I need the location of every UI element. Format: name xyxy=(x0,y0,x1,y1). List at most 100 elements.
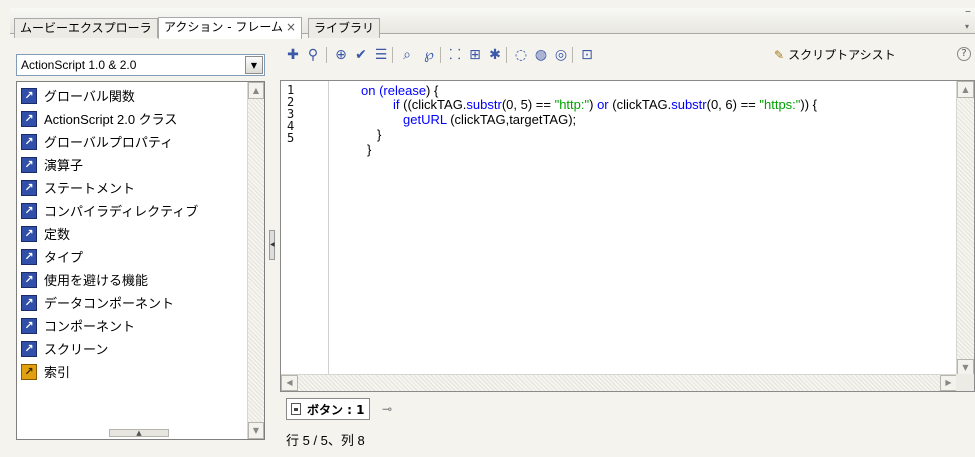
tree-item-label: スクリーン xyxy=(44,342,109,357)
code-area[interactable]: on (release) {if ((clickTAG.substr(0, 5)… xyxy=(331,81,956,376)
tab-movie-explorer[interactable]: ムービーエクスプローラ xyxy=(14,18,158,38)
tree-item[interactable]: ↗ 演算子 xyxy=(21,153,243,176)
find-icon[interactable]: ⚲ xyxy=(304,46,322,64)
script-document-icon xyxy=(291,403,301,415)
tree-item-label: ステートメント xyxy=(44,181,136,196)
target-path-icon[interactable]: ⊕ xyxy=(332,46,350,64)
script-tab[interactable]: ボタン : 1 xyxy=(286,398,370,420)
code-keyword: substr xyxy=(671,97,707,112)
code-string: "http:" xyxy=(554,97,590,112)
tree-item-label: データコンポーネント xyxy=(44,296,175,311)
tree-item[interactable]: ↗ ActionScript 2.0 クラス xyxy=(21,107,243,130)
code-keyword: release xyxy=(383,83,427,98)
scroll-right-icon[interactable]: ▶ xyxy=(940,375,957,391)
script-tab-label: ボタン : 1 xyxy=(307,402,365,417)
tree-item-label: グローバル関数 xyxy=(44,89,135,104)
tree-item[interactable]: ↗ タイプ xyxy=(21,245,243,268)
tree-item[interactable]: ↗ ステートメント xyxy=(21,176,243,199)
toolbar-separator xyxy=(326,47,327,63)
auto-format-icon[interactable]: ☰ xyxy=(372,46,390,64)
resize-grip[interactable]: ▲ xyxy=(109,429,169,437)
show-hide-toolbox-icon[interactable]: ⊡ xyxy=(578,46,596,64)
tree-item[interactable]: ↗ コンパイラディレクティブ xyxy=(21,199,243,222)
book-icon: ↗ xyxy=(21,294,37,311)
collapse-left-icon[interactable]: ◀ xyxy=(269,230,275,260)
cursor-position-status: 行 5 / 5、列 8 xyxy=(286,433,365,448)
collapse-between-braces-icon[interactable]: ⸬ xyxy=(446,46,464,64)
code-text: ((clickTAG. xyxy=(399,97,467,112)
panel-tab-bar: ムービーエクスプローラ アクション - フレーム × ライブラリ xyxy=(10,8,975,39)
code-text: ) xyxy=(589,97,598,112)
toolbar-separator xyxy=(440,47,441,63)
code-keyword: on ( xyxy=(361,83,384,98)
code-text: (0, 6) == xyxy=(706,97,760,112)
line-number: 5 xyxy=(287,131,295,145)
tree-item[interactable]: ↗ 定数 xyxy=(21,222,243,245)
debug-options-icon[interactable]: ℘ xyxy=(420,46,438,64)
apply-block-comment-icon[interactable]: ◌ xyxy=(512,46,530,64)
actions-toolbox: ActionScript 1.0 & 2.0 ▼ ↗ グローバル関数 ↗ Action… xyxy=(16,48,265,440)
book-icon: ↗ xyxy=(21,156,37,173)
tree-item[interactable]: ↗ グローバルプロパティ xyxy=(21,130,243,153)
book-icon: ↗ xyxy=(21,110,37,127)
code-line: on (release) { xyxy=(361,83,438,98)
editor-horizontal-scrollbar[interactable]: ◀ ▶ xyxy=(281,374,957,391)
tree-item[interactable]: ↗ スクリーン xyxy=(21,337,243,360)
script-assist-button[interactable]: ✎ スクリプトアシスト xyxy=(774,46,896,63)
pin-script-icon[interactable]: ⊸ xyxy=(382,402,392,416)
tree-item-label: タイプ xyxy=(44,250,84,265)
book-icon: ↗ xyxy=(21,179,37,196)
editor-vertical-scrollbar[interactable]: ▲ ▼ xyxy=(956,81,974,376)
expand-all-icon[interactable]: ✱ xyxy=(486,46,504,64)
help-icon[interactable]: ? xyxy=(957,47,971,61)
scrollbar-corner xyxy=(956,374,974,391)
code-text: } xyxy=(377,127,382,142)
index-icon: ↗ xyxy=(21,363,37,380)
scroll-up-icon[interactable]: ▲ xyxy=(248,82,264,99)
book-icon: ↗ xyxy=(21,317,37,334)
tree-item[interactable]: ↗ 索引 xyxy=(21,360,243,383)
scroll-track[interactable] xyxy=(248,99,264,422)
code-string: "https:" xyxy=(759,97,801,112)
toolbar-separator xyxy=(572,47,573,63)
tab-library[interactable]: ライブラリ xyxy=(308,18,381,38)
remove-comment-icon[interactable]: ◎ xyxy=(552,46,570,64)
tree-item-label: 索引 xyxy=(44,365,71,380)
code-hint-icon[interactable]: ⌕ xyxy=(398,46,416,64)
scroll-down-icon[interactable]: ▼ xyxy=(248,422,264,439)
book-icon: ↗ xyxy=(21,202,37,219)
tree-item[interactable]: ↗ 使用を避ける機能 xyxy=(21,268,243,291)
apply-line-comment-icon[interactable]: ◍ xyxy=(532,46,550,64)
tree-item-label: 使用を避ける機能 xyxy=(44,273,149,288)
panel-splitter[interactable]: ◀ xyxy=(268,40,276,450)
tree-item[interactable]: ↗ コンポーネント xyxy=(21,314,243,337)
add-statement-icon[interactable]: ✚ xyxy=(284,46,302,64)
tree-item[interactable]: ↗ データコンポーネント xyxy=(21,291,243,314)
code-line: getURL (clickTAG,targetTAG); xyxy=(403,112,576,127)
script-editor[interactable]: 12345 on (release) {if ((clickTAG.substr… xyxy=(280,80,975,392)
actions-tree: ↗ グローバル関数 ↗ ActionScript 2.0 クラス ↗ グローバルプロパティ… xyxy=(16,81,265,440)
tab-actions-frame[interactable]: アクション - フレーム × xyxy=(158,17,303,39)
code-text: (clickTAG. xyxy=(608,97,672,112)
minimize-icon[interactable]: – xyxy=(965,5,971,17)
tab-label: ライブラリ xyxy=(314,21,375,35)
tree-item-label: コンポーネント xyxy=(44,319,136,334)
scroll-left-icon[interactable]: ◀ xyxy=(281,375,298,391)
scroll-up-icon[interactable]: ▲ xyxy=(957,81,974,98)
tree-scrollbar[interactable]: ▲ ▼ xyxy=(247,82,264,439)
tree-item-label: 演算子 xyxy=(44,158,84,173)
chevron-down-icon[interactable]: ▼ xyxy=(245,56,263,74)
code-keyword: or xyxy=(597,97,609,112)
tree-list: ↗ グローバル関数 ↗ ActionScript 2.0 クラス ↗ グローバルプロパティ… xyxy=(21,84,243,414)
wand-icon: ✎ xyxy=(774,48,785,62)
check-syntax-icon[interactable]: ✔ xyxy=(352,46,370,64)
code-text: )) { xyxy=(800,97,818,112)
close-icon[interactable]: × xyxy=(286,20,296,34)
collapse-selection-icon[interactable]: ⊞ xyxy=(466,46,484,64)
tree-item-label: コンパイラディレクティブ xyxy=(44,204,199,219)
language-select[interactable]: ActionScript 1.0 & 2.0 ▼ xyxy=(16,54,265,76)
code-keyword: substr xyxy=(466,97,502,112)
tree-item[interactable]: ↗ グローバル関数 xyxy=(21,84,243,107)
script-assist-label: スクリプトアシスト xyxy=(788,48,896,62)
panel-menu-icon[interactable]: ▾ xyxy=(965,22,969,31)
